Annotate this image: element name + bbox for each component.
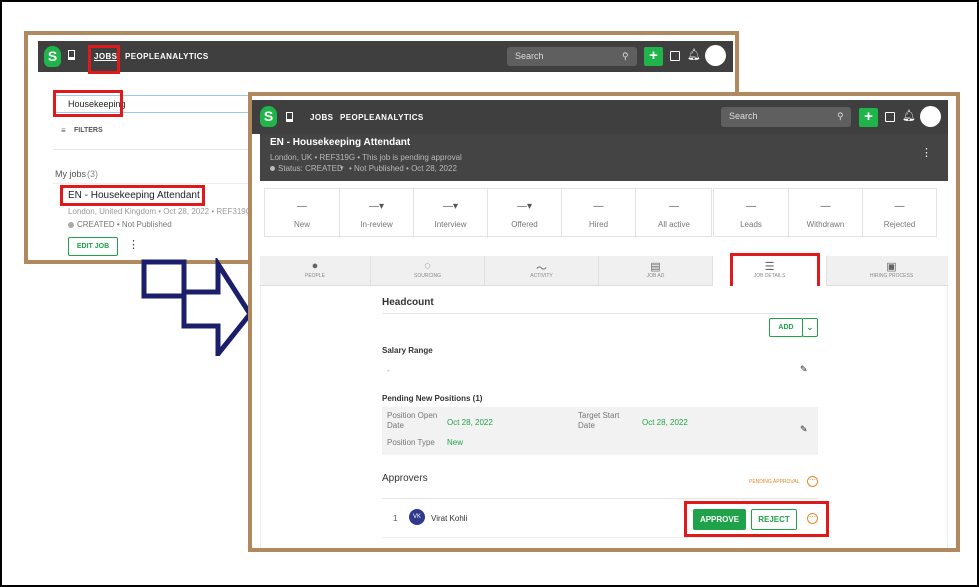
- nav-people[interactable]: PEOPLE: [340, 113, 375, 122]
- job-status: CREATED • Not Published: [77, 220, 172, 229]
- approver-index: 1: [393, 514, 398, 523]
- job-meta: London, UK • REF319G • This job is pendi…: [270, 153, 462, 162]
- pending-approval-badge: PENDING APPROVAL: [749, 479, 800, 485]
- my-jobs-count: (3): [87, 169, 98, 179]
- search-icon: ⚲: [622, 51, 629, 61]
- status-dropdown[interactable]: Status: CREATED: [278, 164, 343, 173]
- other-stats: — Leads — Withdrawn — Rejected: [713, 188, 937, 238]
- nav-analytics[interactable]: ANALYTICS: [375, 113, 424, 122]
- target-start-date-label: Target Start Date: [578, 411, 620, 430]
- status-dot: [68, 222, 74, 228]
- approver-divider: [382, 537, 818, 538]
- target-start-date-value: Oct 28, 2022: [642, 418, 688, 427]
- sourcing-icon: ◌: [424, 260, 431, 272]
- add-button[interactable]: +: [644, 47, 663, 66]
- top-nav: S JOBS PEOPLE ANALYTICS Search ⚲ + 🔔︎: [252, 100, 948, 134]
- app-logo[interactable]: S: [44, 46, 61, 67]
- search-input[interactable]: Search: [507, 47, 637, 66]
- bookmark-icon[interactable]: [286, 112, 293, 122]
- arrow-icon: [141, 258, 252, 356]
- job-meta: London, United Kingdom • Oct 28, 2022 • …: [68, 207, 252, 216]
- approvers-divider: [382, 498, 818, 499]
- add-dropdown-button[interactable]: ⌄: [802, 318, 818, 337]
- stat-offered[interactable]: —▾ Offered: [488, 189, 562, 238]
- more-options-icon[interactable]: ⋮: [921, 146, 932, 159]
- more-options-icon[interactable]: ⋮: [128, 238, 139, 251]
- front-window: S JOBS PEOPLE ANALYTICS Search ⚲ + 🔔︎ EN…: [248, 92, 960, 552]
- edit-job-button[interactable]: EDIT JOB: [68, 237, 118, 256]
- edit-position-icon[interactable]: ✎: [800, 424, 808, 435]
- filters-button[interactable]: FILTERS: [74, 127, 103, 134]
- chevron-down-icon[interactable]: ▾: [340, 164, 344, 172]
- stat-leads[interactable]: — Leads: [714, 189, 789, 238]
- pending-positions-label: Pending New Positions (1): [382, 394, 483, 403]
- filter-icon[interactable]: ≡: [61, 126, 66, 135]
- add-headcount-button[interactable]: ADD: [769, 318, 803, 337]
- approver-avatar: VK: [409, 509, 425, 525]
- user-avatar[interactable]: [920, 106, 941, 127]
- person-icon: ●: [311, 260, 319, 272]
- nav-people[interactable]: PEOPLE: [125, 52, 160, 61]
- my-jobs-label: My jobs: [55, 169, 87, 179]
- stat-all-active[interactable]: — All active: [636, 189, 712, 238]
- bell-icon[interactable]: 🔔︎: [687, 48, 701, 61]
- jobs-highlight: [88, 45, 120, 74]
- stat-interview[interactable]: —▾ Interview: [414, 189, 488, 238]
- search-highlight: [53, 90, 123, 117]
- stat-withdrawn[interactable]: — Withdrawn: [789, 189, 863, 238]
- publish-info: • Not Published • Oct 28, 2022: [349, 164, 457, 173]
- position-open-date-label: Position Open Date: [387, 411, 438, 430]
- headcount-divider: [382, 313, 818, 314]
- status-dot: [270, 166, 275, 171]
- activity-icon: 〜: [536, 263, 547, 275]
- document-icon: ▤: [650, 261, 661, 273]
- top-nav: S JOBS PEOPLE ANALYTICS Search ⚲ + 🔔︎: [38, 41, 733, 72]
- bookmark-icon[interactable]: [68, 50, 75, 60]
- tab-bar: ● PEOPLE ◌ SOURCING 〜 ACTIVITY ▤ JOB AD ☰ JOB…: [260, 256, 948, 286]
- tab-activity[interactable]: 〜 ACTIVITY: [485, 256, 599, 286]
- stat-rejected[interactable]: — Rejected: [863, 189, 936, 238]
- stat-hired[interactable]: — Hired: [562, 189, 636, 238]
- headcount-title: Headcount: [382, 297, 434, 308]
- page-title: EN - Housekeeping Attendant: [270, 137, 411, 148]
- user-avatar[interactable]: [705, 45, 726, 66]
- inbox-icon[interactable]: [885, 112, 895, 122]
- job-header: EN - Housekeeping Attendant London, UK •…: [260, 134, 948, 181]
- nav-jobs[interactable]: JOBS: [310, 113, 333, 122]
- salary-range-value: -: [387, 366, 390, 375]
- tab-hiring-process[interactable]: ▣ HIRING PROCESS: [827, 256, 956, 286]
- add-button[interactable]: +: [859, 108, 878, 127]
- approval-options-icon[interactable]: ⋯: [807, 476, 818, 487]
- stat-in-review[interactable]: —▾ In-review: [340, 189, 414, 238]
- approvers-title: Approvers: [382, 473, 428, 484]
- stat-new[interactable]: — New: [265, 189, 340, 238]
- app-logo[interactable]: S: [260, 106, 277, 127]
- tab-people[interactable]: ● PEOPLE: [260, 256, 371, 286]
- position-type-value: New: [447, 438, 464, 447]
- position-type-label: Position Type: [387, 438, 435, 447]
- job-title-highlight: [60, 185, 205, 206]
- edit-salary-icon[interactable]: ✎: [800, 364, 808, 375]
- tab-job-ad[interactable]: ▤ JOB AD: [599, 256, 713, 286]
- position-open-date-value: Oct 28, 2022: [447, 418, 493, 427]
- bell-icon[interactable]: 🔔︎: [902, 109, 916, 122]
- pipeline-stats: — New —▾ In-review —▾ Interview —▾ Offered —…: [264, 188, 712, 238]
- approve-reject-highlight: [684, 501, 829, 537]
- nav-analytics[interactable]: ANALYTICS: [160, 52, 209, 61]
- salary-range-label: Salary Range: [382, 346, 433, 355]
- search-input[interactable]: Search: [721, 107, 851, 127]
- id-card-icon: ▣: [886, 261, 897, 273]
- tab-sourcing[interactable]: ◌ SOURCING: [371, 256, 485, 286]
- approver-name: Virat Kohli: [431, 514, 468, 523]
- inbox-icon[interactable]: [670, 51, 680, 61]
- search-icon: ⚲: [837, 111, 844, 121]
